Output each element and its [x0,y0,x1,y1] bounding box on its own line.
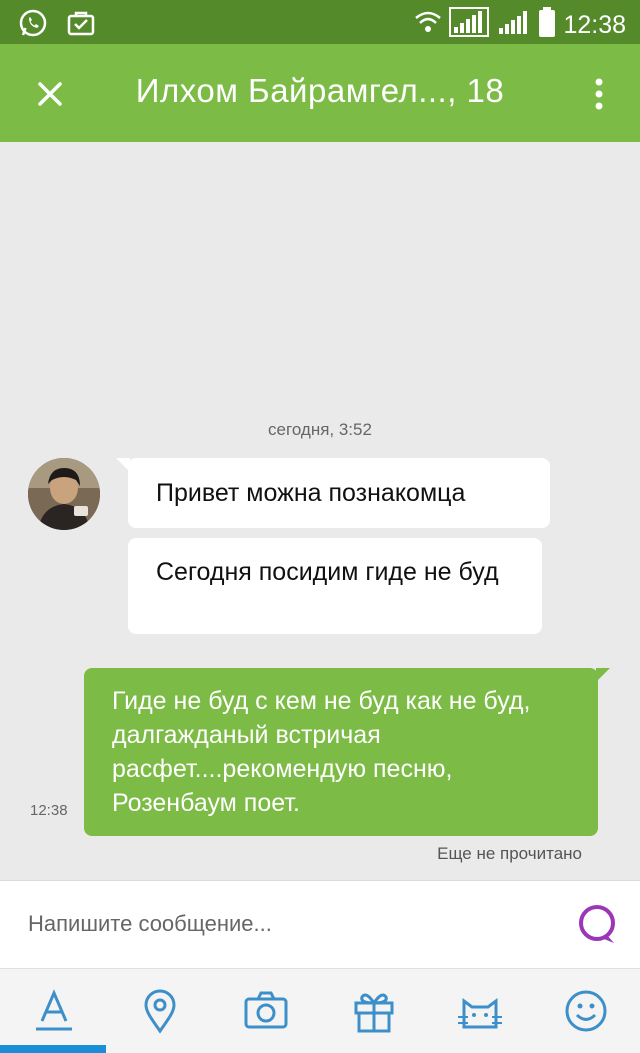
send-icon[interactable] [576,903,620,947]
avatar[interactable] [28,458,100,530]
message-time: 12:38 [30,802,68,819]
camera-icon[interactable] [242,987,290,1035]
date-separator: сегодня, 3:52 [268,420,372,439]
smiley-icon[interactable] [562,987,610,1035]
chat-header: Илхом Байрамгел..., 18 [0,44,640,142]
status-bar: 12:38 [0,0,640,44]
text-format-icon[interactable] [30,987,78,1035]
signal-sim2-icon [497,8,531,41]
whatsapp-icon [18,8,48,43]
outgoing-message[interactable]: Гиде не буд с кем не буд как не буд, дал… [84,668,610,836]
incoming-message[interactable]: Привет можна познакомца [116,458,550,528]
message-input[interactable]: Напишите сообщение... [28,911,272,937]
chat-title[interactable]: Илхом Байрамгел..., 18 [0,72,640,110]
status-clock: 12:38 [563,10,626,39]
location-icon[interactable] [136,987,184,1035]
gift-icon[interactable] [350,987,398,1035]
incoming-message[interactable]: Сегодня посидим гиде не буд [128,538,542,634]
wifi-icon [415,10,442,39]
attachment-toolbar [0,968,640,1053]
message-composer: Напишите сообщение... [0,880,640,969]
battery-icon [539,7,556,42]
read-status: Еще не прочитано [437,844,582,863]
briefcase-check-icon [66,8,96,43]
signal-sim1-icon [449,7,490,42]
cat-sticker-icon[interactable] [456,987,504,1035]
more-options-icon[interactable] [584,74,614,114]
message-list[interactable]: сегодня, 3:52 Привет можна познакомца Се… [0,142,640,880]
